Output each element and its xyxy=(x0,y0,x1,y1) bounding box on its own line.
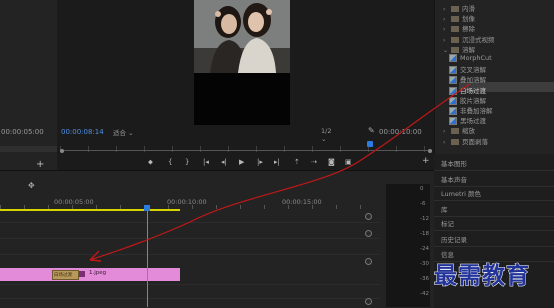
watermark-logo: 最需教育 xyxy=(434,262,530,290)
